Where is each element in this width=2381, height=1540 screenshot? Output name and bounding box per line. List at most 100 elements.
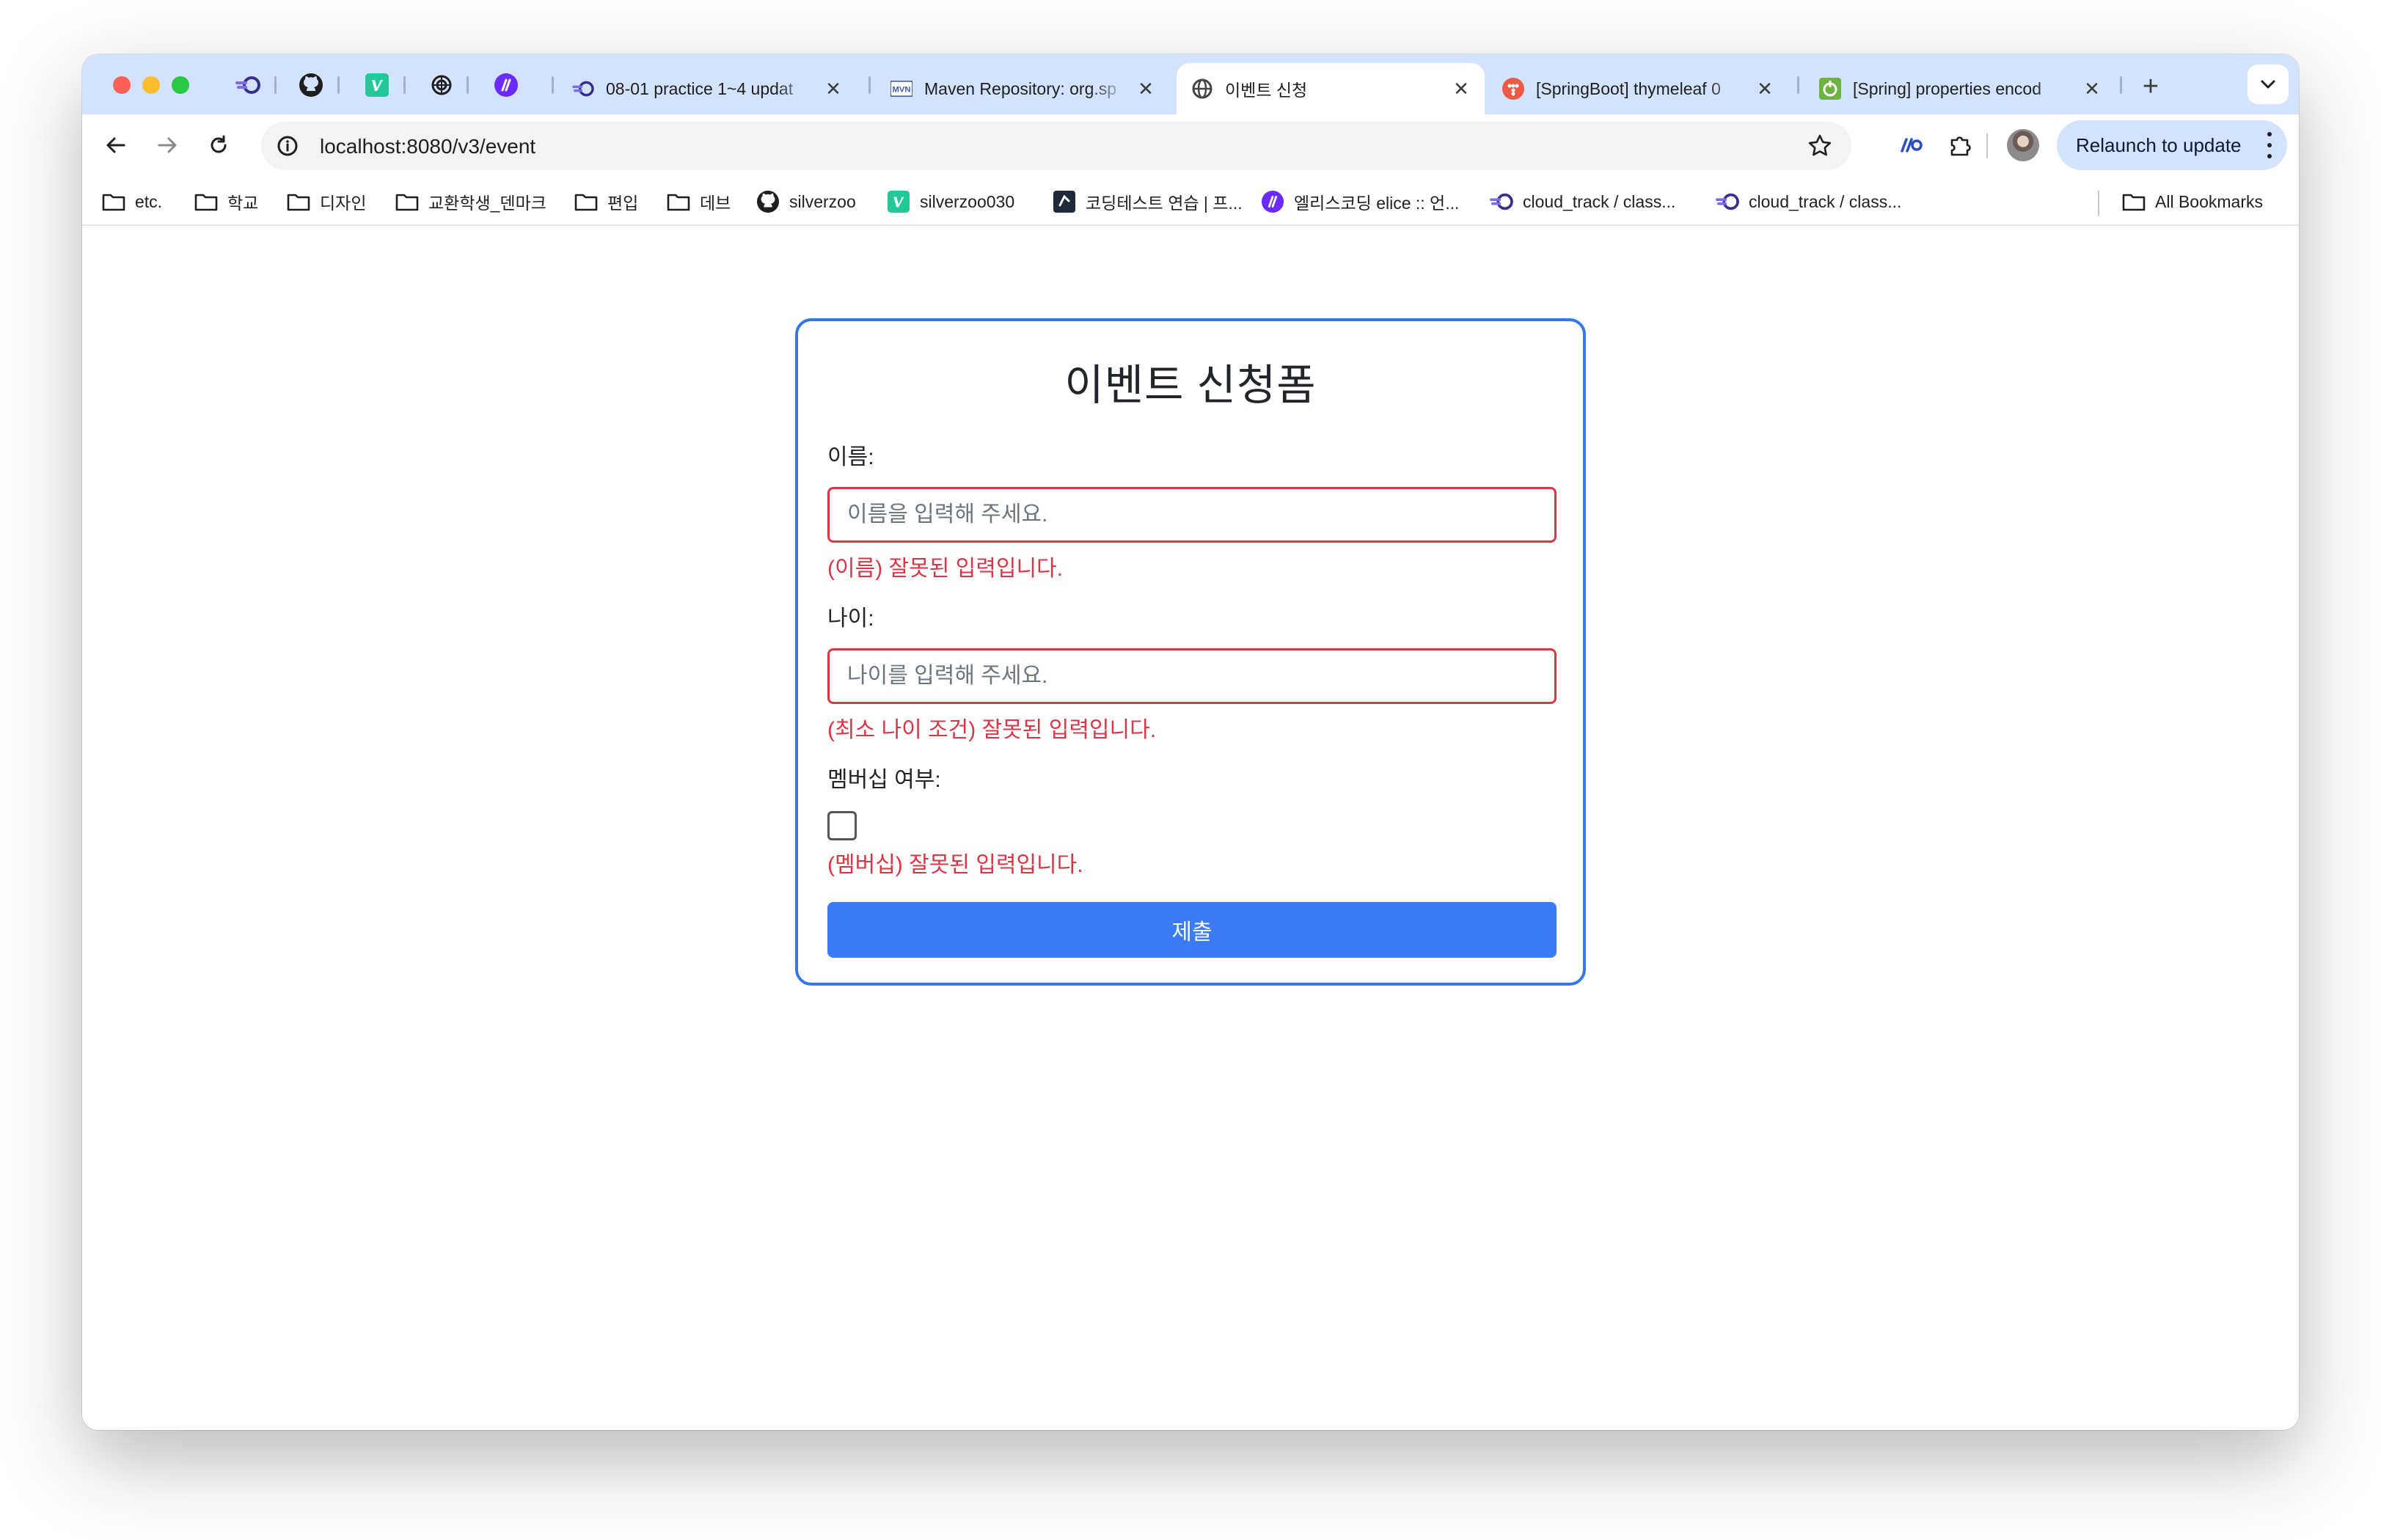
tab-spring-properties[interactable]: [Spring] properties encod ✕ — [1804, 63, 2115, 114]
name-error-message: (이름) 잘못된 입력입니다. — [827, 557, 1063, 581]
bookmark-cloud-track-1[interactable]: cloud_track / class... — [1489, 189, 1675, 214]
bookmark-folder-design[interactable]: 디자인 — [286, 189, 366, 214]
bookmark-label: silverzoo030 — [920, 191, 1015, 211]
tab-practice[interactable]: 08-01 practice 1~4 updat ✕ — [557, 63, 857, 114]
membership-label: 멤버십 여부: — [827, 768, 941, 792]
bookmark-label: silverzoo — [789, 191, 856, 211]
bookmark-folder-etc[interactable]: etc. — [101, 189, 162, 214]
folder-icon — [194, 189, 219, 214]
arrow-right-icon — [158, 137, 177, 153]
bookmark-label: cloud_track / class... — [1749, 191, 1902, 211]
tistory-icon — [1502, 78, 1524, 100]
bookmark-elice[interactable]: 엘리스코딩 elice :: 언... — [1260, 189, 1459, 214]
folder-icon — [101, 189, 126, 214]
close-tab-icon[interactable]: ✕ — [1134, 77, 1157, 100]
tab-title: [SpringBoot] thymeleaf 0 — [1536, 78, 1721, 98]
pinned-tab-velog[interactable] — [359, 67, 395, 103]
more-menu-icon[interactable] — [2267, 132, 2272, 158]
browser-toolbar: localhost:8080/v3/event Relaunch to upda… — [82, 114, 2299, 177]
submit-button[interactable]: 제출 — [827, 902, 1557, 958]
bookmark-label: 데브 — [700, 194, 731, 213]
bookmark-star-icon[interactable] — [1804, 131, 1835, 161]
bookmark-label: All Bookmarks — [2155, 191, 2263, 211]
address-bar[interactable]: localhost:8080/v3/event — [261, 122, 1851, 170]
close-tab-icon[interactable]: ✕ — [1449, 77, 1473, 100]
tab-title: 08-01 practice 1~4 updat — [606, 78, 794, 98]
relaunch-to-update-button[interactable]: Relaunch to update — [2057, 120, 2287, 170]
elice-icon — [494, 73, 518, 97]
tab-separator — [1797, 76, 1799, 94]
event-form-card: 이벤트 신청폼 이름: (이름) 잘못된 입력입니다. 나이: (최소 나이 조… — [795, 318, 1586, 986]
folder-icon — [2121, 189, 2146, 214]
bookmark-silverzoo030[interactable]: silverzoo030 — [886, 189, 1014, 214]
tab-event-active[interactable]: 이벤트 신청 ✕ — [1177, 63, 1485, 114]
velog-icon — [886, 189, 911, 214]
all-bookmarks-button[interactable]: All Bookmarks — [2121, 189, 2263, 214]
tab-separator — [868, 76, 871, 94]
tab-separator — [274, 76, 277, 94]
reload-button[interactable] — [198, 125, 239, 166]
railway-icon — [1715, 189, 1740, 214]
minimize-window-button[interactable] — [142, 76, 160, 94]
profile-avatar[interactable] — [2007, 129, 2039, 161]
maven-icon: MVN — [890, 78, 912, 100]
close-window-button[interactable] — [113, 76, 131, 94]
chevron-down-icon — [2261, 80, 2275, 89]
bookmark-label: 교환학생_덴마크 — [428, 194, 546, 213]
arrow-left-icon — [106, 137, 125, 153]
site-info-icon[interactable] — [273, 131, 302, 161]
bookmark-folder-exchange[interactable]: 교환학생_덴마크 — [395, 189, 546, 214]
folder-icon — [395, 189, 420, 214]
close-tab-icon[interactable]: ✕ — [1753, 77, 1777, 100]
elice-icon — [1260, 189, 1285, 214]
name-input[interactable] — [827, 487, 1557, 543]
name-label: 이름: — [827, 445, 874, 469]
bookmark-folder-school[interactable]: 학교 — [194, 189, 258, 214]
programmers-icon — [1052, 189, 1077, 214]
bookmark-folder-dev[interactable]: 데브 — [666, 189, 731, 214]
chatgpt-icon — [431, 75, 452, 95]
back-button[interactable] — [95, 125, 136, 166]
tab-separator — [2120, 76, 2122, 94]
bookmark-label: 편입 — [607, 194, 639, 213]
new-tab-button[interactable]: + — [2133, 69, 2168, 104]
bookmark-silverzoo[interactable]: silverzoo — [756, 189, 856, 214]
toolbar-separator — [1986, 133, 1988, 158]
pinned-tab-chatgpt[interactable] — [424, 67, 459, 103]
membership-checkbox[interactable] — [827, 811, 857, 840]
bookmark-label: cloud_track / class... — [1523, 191, 1676, 211]
tab-maven[interactable]: MVN Maven Repository: org.sp ✕ — [876, 63, 1169, 114]
tab-separator — [403, 76, 406, 94]
pinned-tab-railway[interactable] — [230, 67, 266, 103]
pinned-tab-elice[interactable] — [489, 67, 524, 103]
extension-railway-button[interactable] — [1891, 125, 1932, 166]
tab-strip: 08-01 practice 1~4 updat ✕ MVN Maven Rep… — [82, 54, 2299, 114]
bookmark-cloud-track-2[interactable]: cloud_track / class... — [1715, 189, 1901, 214]
close-tab-icon[interactable]: ✕ — [2080, 77, 2104, 100]
pinned-tab-github[interactable] — [293, 67, 329, 103]
bookmark-programmers[interactable]: 코딩테스트 연습 | 프... — [1052, 189, 1243, 214]
railway-icon — [1901, 138, 1923, 153]
age-input[interactable] — [827, 648, 1557, 704]
bookmark-label: 코딩테스트 연습 | 프... — [1086, 194, 1243, 213]
tab-separator — [337, 76, 340, 94]
tab-title: Maven Repository: org.sp — [924, 78, 1117, 98]
extensions-button[interactable] — [1939, 125, 1980, 166]
bookmark-label: 엘리스코딩 elice :: 언... — [1294, 194, 1460, 213]
velog-icon — [365, 73, 389, 97]
github-icon — [299, 73, 323, 97]
tab-springboot-thymeleaf[interactable]: [SpringBoot] thymeleaf 0 ✕ — [1488, 63, 1788, 114]
bookmark-folder-transfer[interactable]: 편입 — [574, 189, 638, 214]
folder-icon — [574, 189, 599, 214]
age-label: 나이: — [827, 606, 874, 631]
folder-icon — [286, 189, 311, 214]
forward-button[interactable] — [147, 125, 188, 166]
page-content: 이벤트 신청폼 이름: (이름) 잘못된 입력입니다. 나이: (최소 나이 조… — [82, 227, 2299, 1430]
zoom-window-button[interactable] — [172, 76, 189, 94]
close-tab-icon[interactable]: ✕ — [822, 77, 845, 100]
railway-icon — [1489, 189, 1514, 214]
svg-text:MVN: MVN — [893, 86, 911, 95]
tab-search-button[interactable] — [2247, 65, 2289, 104]
membership-error-message: (멤버십) 잘못된 입력입니다. — [827, 853, 1083, 877]
tab-title: [Spring] properties encod — [1853, 78, 2041, 98]
